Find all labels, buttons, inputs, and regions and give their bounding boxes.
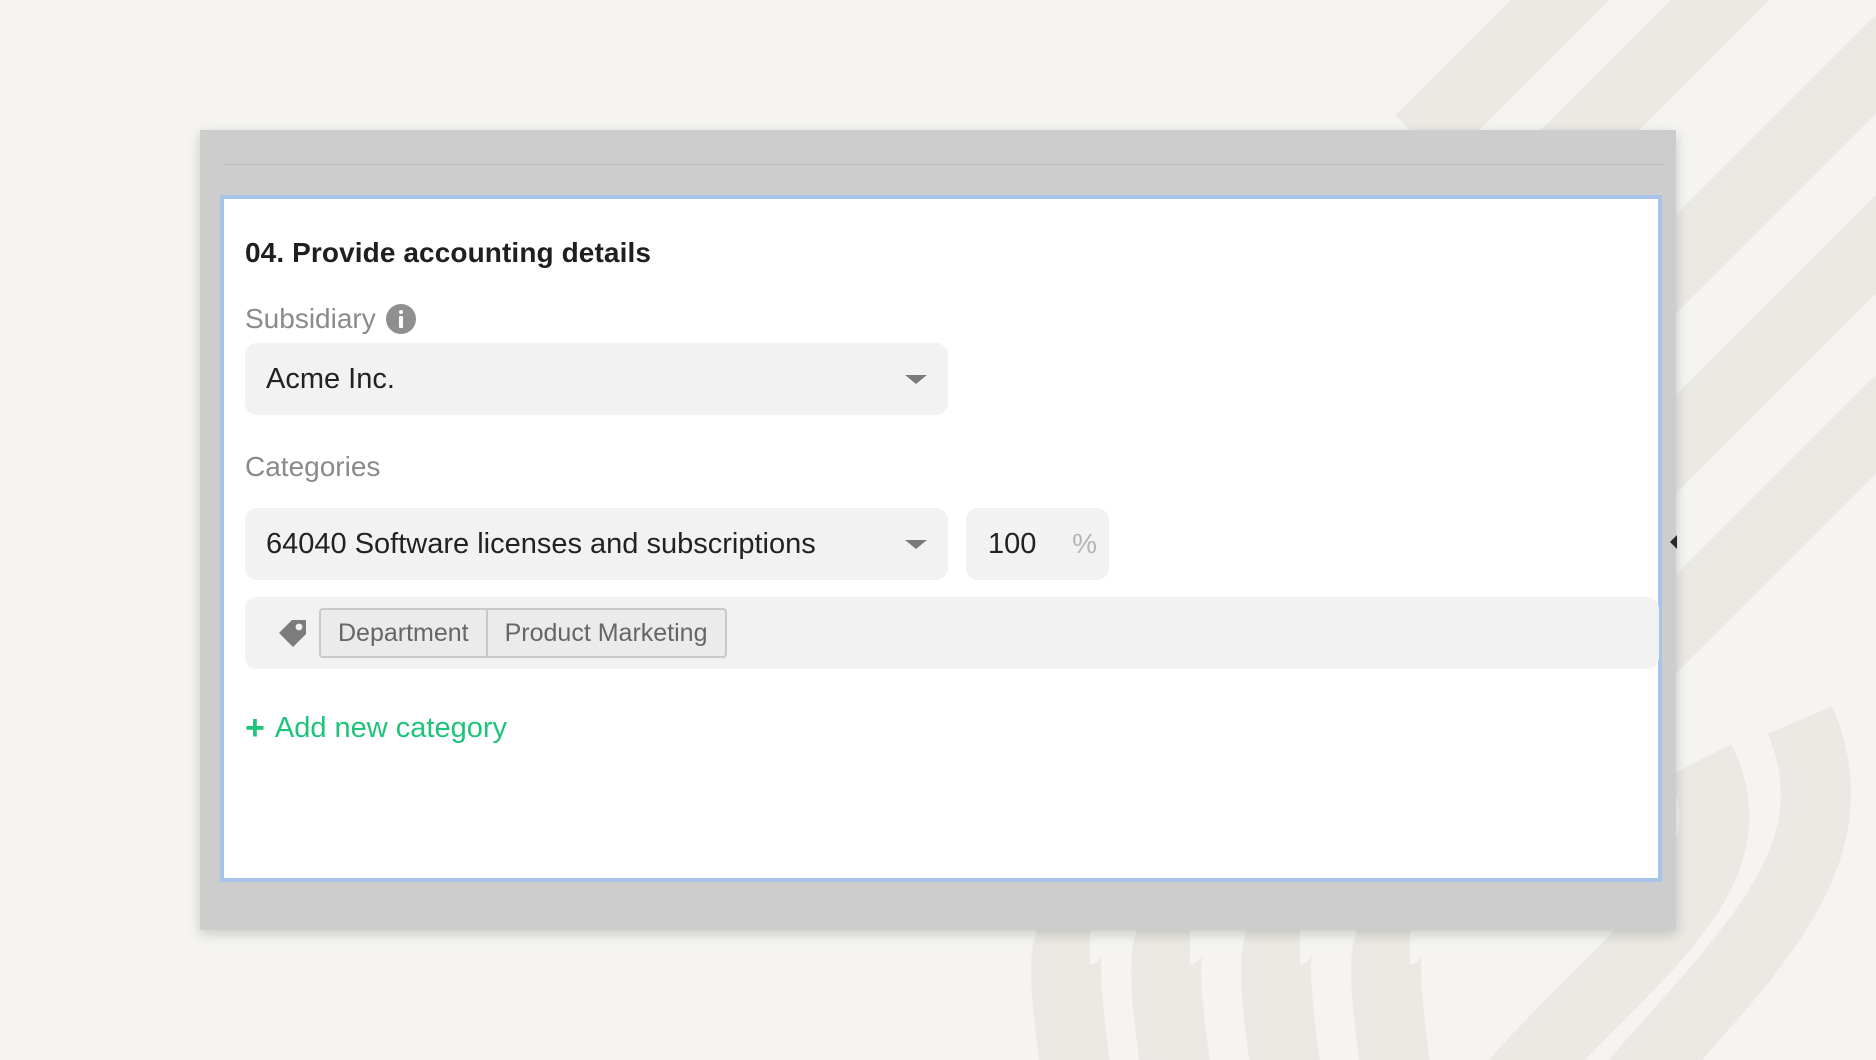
add-new-category-button[interactable]: + Add new category: [245, 711, 507, 745]
resize-handle-icon[interactable]: [1670, 535, 1677, 549]
tag-value: Product Marketing: [504, 618, 708, 647]
subsidiary-select[interactable]: Acme Inc.: [245, 343, 948, 415]
categories-label: Categories: [245, 451, 381, 482]
category-select[interactable]: 64040 Software licenses and subscription…: [245, 508, 948, 580]
subsidiary-label-text: Subsidiary: [245, 303, 376, 334]
section-title: 04. Provide accounting details: [245, 237, 652, 268]
department-tag-chip[interactable]: Department Product Marketing: [319, 608, 727, 658]
accounting-details-card: 04. Provide accounting details Subsidiar…: [220, 195, 1662, 882]
tag-key: Department: [338, 618, 469, 647]
panel-divider: [224, 164, 1664, 165]
chevron-down-icon: [905, 539, 927, 549]
info-icon[interactable]: [385, 304, 416, 334]
chevron-down-icon: [905, 374, 927, 384]
percent-sign: %: [1072, 528, 1097, 559]
subsidiary-label: Subsidiary: [245, 303, 416, 335]
subsidiary-select-value: Acme Inc.: [266, 362, 395, 395]
category-percent-input[interactable]: [988, 527, 1073, 561]
tag-icon: [279, 620, 306, 647]
category-tag-row: Department Product Marketing: [245, 597, 1659, 669]
modal-panel: 04. Provide accounting details Subsidiar…: [200, 130, 1677, 930]
plus-icon: +: [245, 709, 265, 747]
category-select-value: 64040 Software licenses and subscription…: [266, 527, 816, 560]
add-category-label: Add new category: [274, 711, 508, 744]
category-percent-field[interactable]: %: [966, 508, 1109, 580]
